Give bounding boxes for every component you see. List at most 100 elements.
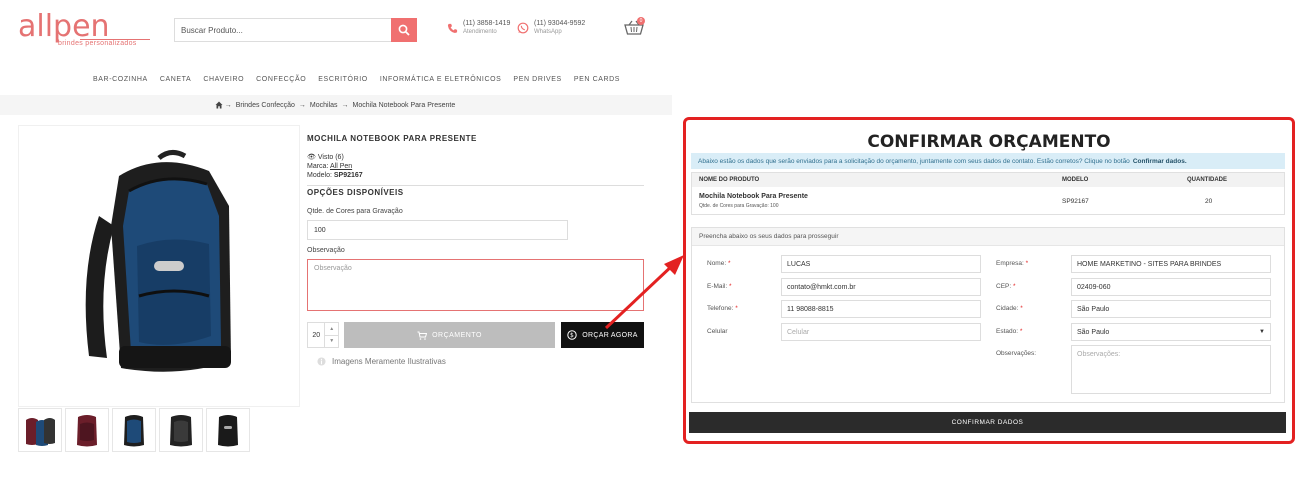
mobile-field[interactable]: Celular (781, 323, 981, 341)
phone-icon (447, 23, 458, 33)
search-bar (174, 18, 417, 42)
email-field[interactable]: contato@hmkt.com.br (781, 278, 981, 296)
confirm-quote-modal: CONFIRMAR ORÇAMENTO Abaixo estão os dado… (683, 117, 1295, 444)
breadcrumb-item[interactable]: Mochilas (310, 102, 338, 109)
row-product-sub: Qtde. de Cores para Gravação: 100 (699, 203, 779, 209)
quantity-stepper[interactable]: 20 ▲ ▼ (307, 322, 339, 348)
company-field[interactable]: HOME MARKETINO - SITES PARA BRINDES (1071, 255, 1271, 273)
modal-info-alert: Abaixo estão os dados que serão enviados… (691, 153, 1285, 169)
info-icon (317, 357, 326, 366)
contact-phone[interactable]: (11) 3858-1419 Atendimento (447, 20, 510, 36)
orcamento-button[interactable]: ORÇAMENTO (344, 322, 555, 348)
cart-add-icon (417, 331, 428, 340)
product-meta: 👁 Visto (6) Marca: All Pen Modelo: SP921… (307, 153, 363, 180)
modal-info-text: Abaixo estão os dados que serão enviados… (698, 157, 1130, 165)
orcamento-button-label: ORÇAMENTO (432, 331, 482, 339)
nav-item[interactable]: CONFECÇÃO (256, 76, 306, 83)
divider (307, 185, 644, 186)
nav-item[interactable]: INFORMÁTICA E ELETRÔNICOS (380, 76, 502, 83)
nav-item[interactable]: ESCRITÓRIO (318, 76, 368, 83)
eye-icon: 👁 (307, 154, 316, 161)
state-select[interactable]: São Paulo ▼ (1071, 323, 1271, 341)
phone-label: Atendimento (463, 29, 497, 35)
breadcrumb-separator: → (224, 101, 232, 109)
view-count: Visto (6) (317, 154, 344, 161)
options-title: OPÇÕES DISPONÍVEIS (307, 188, 404, 197)
main-nav: BAR-COZINHA CANETA CHAVEIRO CONFECÇÃO ES… (93, 76, 632, 83)
thumbnail[interactable] (159, 408, 203, 452)
observation-textarea[interactable]: Observação (307, 259, 644, 311)
dollar-circle-icon: $ (567, 330, 577, 340)
logo[interactable]: allpen brindes personalizados (18, 9, 150, 50)
notes-label: Observações: (996, 350, 1037, 357)
column-header: NOME DO PRODUTO (699, 177, 760, 183)
cart-button[interactable]: 0 (624, 17, 645, 41)
home-icon[interactable] (215, 101, 223, 109)
company-label: Empresa: * (996, 260, 1029, 267)
cep-label: CEP: * (996, 283, 1016, 290)
thumbnail[interactable] (112, 408, 156, 452)
cart-count-badge: 0 (637, 17, 645, 25)
column-header: QUANTIDADE (1187, 177, 1227, 183)
state-label: Estado: * (996, 328, 1023, 335)
mobile-label: Celular (707, 328, 728, 335)
notes-textarea[interactable]: Observações: (1071, 345, 1271, 394)
image-disclaimer: Imagens Meramente Ilustrativas (317, 357, 446, 366)
nav-item[interactable]: PEN CARDS (574, 76, 620, 83)
whatsapp-number: (11) 93044-9592 (534, 20, 586, 27)
backpack-image (85, 150, 231, 372)
product-title: MOCHILA NOTEBOOK PARA PRESENTE (307, 134, 477, 143)
modal-info-bold: Confirmar dados. (1132, 157, 1187, 165)
nav-item[interactable]: CHAVEIRO (203, 76, 244, 83)
city-field[interactable]: São Paulo (1071, 300, 1271, 318)
thumbnail[interactable] (65, 408, 109, 452)
modal-title: CONFIRMAR ORÇAMENTO (867, 132, 1111, 152)
thumbnail-image (26, 418, 55, 446)
svg-text:$: $ (570, 332, 574, 339)
breadcrumb-item: Mochila Notebook Para Presente (352, 101, 456, 109)
thumbnail-image (170, 415, 192, 447)
thumbnail[interactable] (18, 408, 62, 452)
name-field[interactable]: LUCAS (781, 255, 981, 273)
contact-whatsapp[interactable]: (11) 93044-9592 WhatsApp (517, 20, 585, 36)
annotation-arrow (604, 255, 684, 330)
search-icon (398, 24, 410, 36)
cep-field[interactable]: 02409-060 (1071, 278, 1271, 296)
thumbnail-image (124, 415, 144, 447)
quantity-value[interactable]: 20 (308, 323, 324, 347)
quantity-down-button[interactable]: ▼ (325, 336, 338, 348)
model-value: SP92167 (333, 172, 363, 179)
product-summary-table: NOME DO PRODUTO MODELO QUANTIDADE Mochil… (691, 172, 1285, 215)
whatsapp-icon (517, 22, 529, 34)
nav-item[interactable]: PEN DRIVES (513, 76, 561, 83)
thumbnail-image (77, 415, 97, 447)
thumbnail-strip (18, 408, 250, 452)
table-row: Mochila Notebook Para Presente Qtde. de … (692, 187, 1284, 216)
breadcrumb-item[interactable]: Brindes Confecção (236, 102, 295, 109)
nav-item[interactable]: BAR-COZINHA (93, 76, 148, 83)
colors-input[interactable]: 100 (307, 220, 568, 240)
phone-field[interactable]: 11 98088-8815 (781, 300, 981, 318)
contact-form: Preencha abaixo os seus dados para pross… (691, 227, 1285, 403)
whatsapp-label: WhatsApp (534, 29, 562, 35)
search-input[interactable] (175, 19, 391, 41)
column-header: MODELO (1062, 177, 1089, 183)
breadcrumb-separator: → (341, 101, 349, 109)
thumbnail-image (218, 415, 238, 447)
brand-link[interactable]: All Pen (330, 163, 352, 170)
search-button[interactable] (391, 18, 417, 42)
form-header: Preencha abaixo os seus dados para pross… (692, 228, 1284, 246)
logo-word: allpen (18, 9, 110, 44)
observation-label: Observação (307, 247, 345, 254)
table-header: NOME DO PRODUTO MODELO QUANTIDADE (692, 173, 1284, 187)
model-label: Modelo: (307, 172, 332, 179)
brand-label: Marca: (307, 163, 329, 170)
row-model: SP92167 (1062, 198, 1089, 205)
nav-item[interactable]: CANETA (160, 76, 191, 83)
quantity-up-button[interactable]: ▲ (325, 323, 338, 336)
city-label: Cidade: * (996, 305, 1023, 312)
product-image[interactable] (18, 125, 300, 407)
confirm-data-button[interactable]: CONFIRMAR DADOS (689, 412, 1286, 433)
thumbnail[interactable] (206, 408, 250, 452)
chevron-down-icon: ▼ (1259, 329, 1265, 335)
